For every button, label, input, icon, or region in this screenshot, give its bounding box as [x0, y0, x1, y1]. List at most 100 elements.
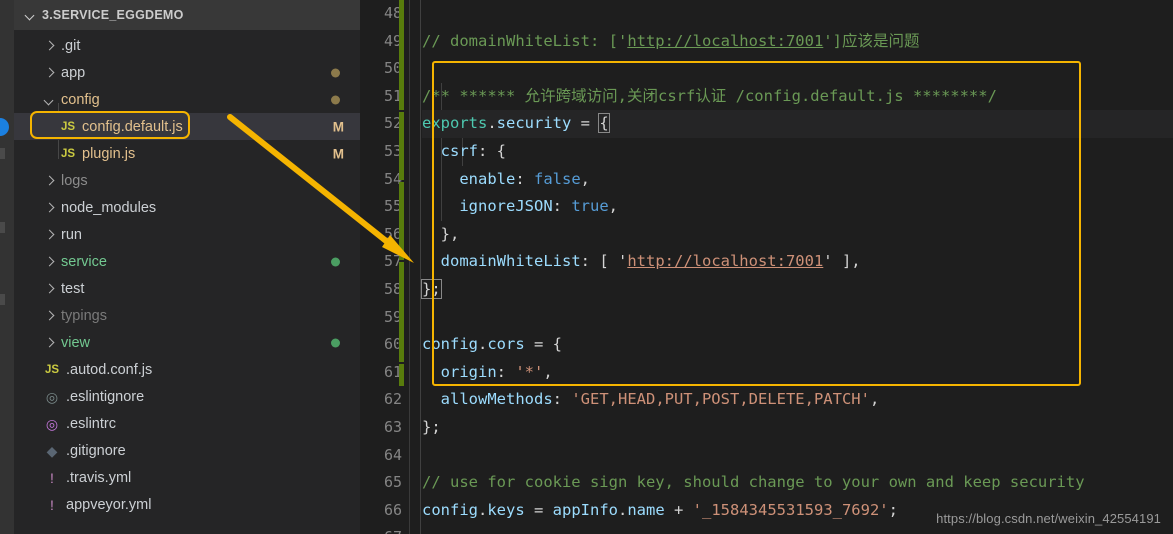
- chevron-right-icon[interactable]: [42, 65, 58, 81]
- comma: ,: [608, 197, 618, 216]
- chevron-right-icon[interactable]: [42, 254, 58, 270]
- code-line-52: exports.security = {: [422, 110, 1173, 138]
- tree-item-typings[interactable]: typings: [14, 302, 360, 329]
- property-keys: keys: [487, 500, 525, 519]
- tree-item-label: plugin.js: [82, 145, 136, 162]
- activity-bar-item-2[interactable]: [0, 222, 5, 233]
- line-number: 67: [360, 524, 410, 534]
- explorer-sidebar: 3.SERVICE_EGGDEMO .git app config JS config.…: [14, 0, 360, 534]
- chevron-right-icon[interactable]: [42, 281, 58, 297]
- activity-bar-item-3[interactable]: [0, 294, 5, 305]
- comma: ,: [869, 390, 880, 409]
- url-link[interactable]: http://localhost:7001: [627, 252, 823, 270]
- code-line-56: },: [422, 221, 1173, 249]
- git-modified-flag: M: [332, 146, 344, 161]
- tree-item-config-default-js[interactable]: JS config.default.js M: [14, 113, 360, 140]
- tree-item-config[interactable]: config: [14, 86, 360, 113]
- dot: .: [618, 500, 628, 519]
- tree-item-eslintrc[interactable]: ◎ .eslintrc: [14, 410, 360, 437]
- string-value: '*': [515, 362, 544, 381]
- git-modified-flag: M: [332, 119, 344, 134]
- operator-equals: =: [524, 335, 553, 354]
- chevron-right-icon[interactable]: [42, 200, 58, 216]
- folder-status-dot: [331, 257, 340, 266]
- code-editor: 4849505152535455565758596061626364656667…: [360, 0, 1173, 534]
- line-number: 66: [383, 500, 402, 519]
- property-origin: origin: [440, 362, 497, 381]
- tree-item-node-modules[interactable]: node_modules: [14, 194, 360, 221]
- js-file-icon: JS: [60, 147, 76, 160]
- change-bar-segment: [399, 0, 404, 110]
- tree-item-label: run: [61, 226, 82, 243]
- comma: ,: [543, 362, 553, 381]
- tree-item-test[interactable]: test: [14, 275, 360, 302]
- code-line-62: allowMethods: 'GET,HEAD,PUT,POST,DELETE,…: [422, 386, 1173, 414]
- tree-item-service[interactable]: service: [14, 248, 360, 275]
- identifier-appinfo: appInfo: [552, 500, 618, 519]
- property-allowmethods: allowMethods: [440, 390, 553, 409]
- identifier-config: config: [422, 335, 478, 354]
- indent-guide: [420, 0, 421, 534]
- semicolon: ;: [888, 500, 898, 519]
- tree-item-run[interactable]: run: [14, 221, 360, 248]
- chevron-down-icon: [22, 7, 38, 23]
- closing-brace: },: [440, 224, 460, 243]
- js-file-icon: JS: [60, 120, 76, 133]
- comment-text: // domainWhiteList: [': [422, 31, 628, 50]
- dot: .: [487, 114, 497, 133]
- chevron-right-icon[interactable]: [42, 335, 58, 351]
- colon: :: [515, 169, 534, 188]
- activity-bar: [0, 0, 14, 534]
- tree-item-label: config: [61, 91, 100, 108]
- tree-item-eslintignore[interactable]: ◎ .eslintignore: [14, 383, 360, 410]
- chevron-right-icon[interactable]: [42, 38, 58, 54]
- chevron-down-icon[interactable]: [42, 92, 58, 108]
- code-line-55: ignoreJSON: true,: [422, 193, 1173, 221]
- operator-equals: =: [524, 500, 553, 519]
- tree-item-label: service: [61, 253, 107, 270]
- identifier-config: config: [422, 500, 478, 519]
- tree-item-logs[interactable]: logs: [14, 167, 360, 194]
- tree-item-label: .eslintignore: [66, 388, 145, 405]
- colon: :: [496, 362, 516, 381]
- tree-item-travis-yml[interactable]: ! .travis.yml: [14, 464, 360, 491]
- vscode-window: 3.SERVICE_EGGDEMO .git app config JS config.…: [0, 0, 1173, 534]
- js-file-icon: JS: [44, 363, 60, 376]
- string-value: '_1584345531593_7692': [692, 500, 889, 519]
- tree-item-label: typings: [61, 307, 107, 324]
- code-line-53: csrf: {: [422, 138, 1173, 166]
- tree-item-label: logs: [61, 172, 88, 189]
- git-icon: ◆: [46, 442, 58, 459]
- tree-item-plugin-js[interactable]: JS plugin.js M: [14, 140, 360, 167]
- tree-item-autod-conf-js[interactable]: JS .autod.conf.js: [14, 356, 360, 383]
- dot: .: [478, 335, 488, 354]
- tree-item-app[interactable]: app: [14, 59, 360, 86]
- value-true: true: [571, 197, 609, 216]
- identifier-exports: exports: [422, 114, 488, 133]
- activity-bar-item-1[interactable]: [0, 148, 5, 159]
- url-link[interactable]: http://localhost:7001: [627, 32, 823, 50]
- tree-item-label: .travis.yml: [66, 469, 132, 486]
- tree-item-gitignore[interactable]: ◆ .gitignore: [14, 437, 360, 464]
- explorer-root-title: 3.SERVICE_EGGDEMO: [42, 8, 184, 22]
- code-line-49: // domainWhiteList: ['http://localhost:7…: [422, 28, 1173, 56]
- change-bar-segment: [399, 182, 404, 260]
- tree-item-label: app: [61, 64, 86, 81]
- code-content[interactable]: // domainWhiteList: ['http://localhost:7…: [410, 0, 1173, 534]
- tree-item-git[interactable]: .git: [14, 32, 360, 59]
- source-control-badge: [0, 118, 9, 136]
- tree-item-appveyor-yml[interactable]: ! appveyor.yml: [14, 491, 360, 518]
- code-line-51: /** ****** 允许跨域访问,关闭csrf认证 /config.defau…: [422, 83, 1173, 111]
- property-domainwhitelist: domainWhiteList: [440, 252, 581, 271]
- tree-item-view[interactable]: view: [14, 329, 360, 356]
- chevron-right-icon[interactable]: [42, 227, 58, 243]
- tree-item-label: appveyor.yml: [66, 496, 152, 513]
- chevron-right-icon[interactable]: [42, 173, 58, 189]
- explorer-root-header[interactable]: 3.SERVICE_EGGDEMO: [14, 0, 360, 30]
- bracket-match: {: [598, 113, 610, 134]
- comma: ,: [580, 169, 591, 188]
- chevron-right-icon[interactable]: [42, 308, 58, 324]
